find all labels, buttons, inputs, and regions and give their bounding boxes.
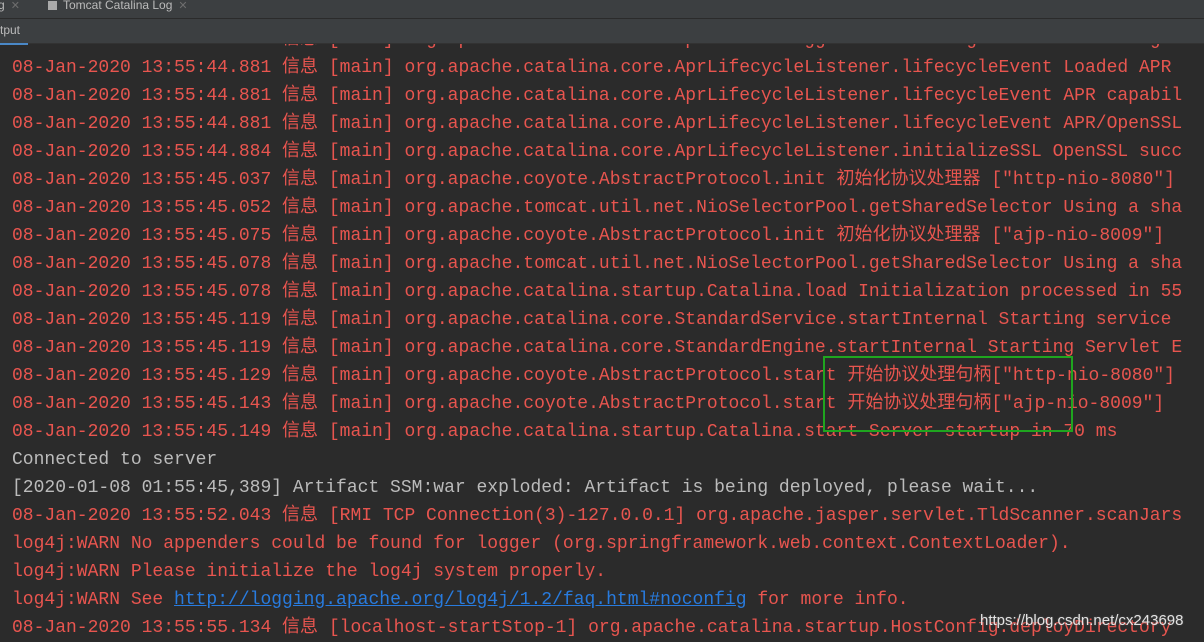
close-icon[interactable]: ✕	[178, 0, 187, 12]
tab-output-label: tput	[0, 23, 21, 37]
log-line: log4j:WARN No appenders could be found f…	[12, 530, 1182, 558]
log-text: 08-Jan-2020 13:55:45.129 信息 [main] org.a…	[12, 366, 1175, 386]
log-line: log4j:WARN Please initialize the log4j s…	[12, 558, 1182, 586]
log-line: 08-Jan-2020 13:55:44.884 信息 [main] org.a…	[12, 138, 1182, 166]
log-text: 08-Jan-2020 13:55:45.075 信息 [main] org.a…	[12, 226, 1165, 246]
watermark: https://blog.csdn.net/cx243698	[980, 612, 1184, 629]
log-text: log4j:WARN Please initialize the log4j s…	[12, 562, 607, 582]
log-text: 08-Jan-2020 13:55:45.078 信息 [main] org.a…	[12, 254, 1183, 274]
log-line: 08-Jan-2020 13:55:44.881 信息 [main] org.a…	[12, 82, 1182, 110]
log-text: 08-Jan-2020 13:55:44.881 信息 [main] org.a…	[12, 114, 1183, 134]
log-text: 08-Jan-2020 13:55:45.052 信息 [main] org.a…	[12, 198, 1183, 218]
log-line: 08-Jan-2020 13:55:45.149 信息 [main] org.a…	[12, 418, 1182, 446]
log-line: 08-Jan-2020 13:55:45.078 信息 [main] org.a…	[12, 250, 1182, 278]
log-text: 08-Jan-2020 13:55:45.078 信息 [main] org.a…	[12, 282, 1183, 302]
log-text: log4j:WARN No appenders could be found f…	[12, 534, 1071, 554]
log-line: [2020-01-08 01:55:45,389] Artifact SSM:w…	[12, 474, 1182, 502]
log-lines: 08-Jan-2020 13:55:44.880 信息 [main] org.a…	[12, 44, 1182, 642]
log-text: 08-Jan-2020 13:55:45.119 信息 [main] org.a…	[12, 310, 1172, 330]
log-link[interactable]: http://logging.apache.org/log4j/1.2/faq.…	[174, 590, 747, 610]
console-output[interactable]: 08-Jan-2020 13:55:44.880 信息 [main] org.a…	[0, 44, 1204, 642]
log-file-icon	[48, 0, 57, 10]
log-text: 08-Jan-2020 13:55:44.880 信息 [main] org.a…	[12, 44, 1182, 50]
console-toolbar: tput	[0, 19, 1204, 45]
log-line: 08-Jan-2020 13:55:44.881 信息 [main] org.a…	[12, 110, 1182, 138]
log-line: 08-Jan-2020 13:55:52.043 信息 [RMI TCP Con…	[12, 502, 1182, 530]
log-text: log4j:WARN See	[12, 590, 175, 610]
log-line: 08-Jan-2020 13:55:45.129 信息 [main] org.a…	[12, 362, 1182, 390]
log-text: 08-Jan-2020 13:55:44.881 信息 [main] org.a…	[12, 86, 1183, 106]
log-line: 08-Jan-2020 13:55:44.881 信息 [main] org.a…	[12, 54, 1182, 82]
log-line: Connected to server	[12, 446, 1182, 474]
log-line: 08-Jan-2020 13:55:45.075 信息 [main] org.a…	[12, 222, 1182, 250]
log-line: 08-Jan-2020 13:55:45.078 信息 [main] org.a…	[12, 278, 1182, 306]
editor-tab-bar: g ✕ Tomcat Catalina Log ✕	[0, 0, 1204, 19]
log-text: 08-Jan-2020 13:55:52.043 信息 [RMI TCP Con…	[12, 506, 1183, 526]
tab-label: g	[0, 0, 5, 12]
tab-log[interactable]: g ✕	[0, 0, 20, 16]
log-line: 08-Jan-2020 13:55:45.119 信息 [main] org.a…	[12, 334, 1182, 362]
log-line: 08-Jan-2020 13:55:45.143 信息 [main] org.a…	[12, 390, 1182, 418]
log-text: [2020-01-08 01:55:45,389] Artifact SSM:w…	[12, 478, 1039, 498]
log-text: 08-Jan-2020 13:55:45.037 信息 [main] org.a…	[12, 170, 1175, 190]
tab-label: Tomcat Catalina Log	[63, 0, 173, 12]
log-line: 08-Jan-2020 13:55:44.880 信息 [main] org.a…	[12, 44, 1182, 54]
log-text: Connected to server	[12, 450, 218, 470]
log-text: 08-Jan-2020 13:55:44.881 信息 [main] org.a…	[12, 58, 1172, 78]
log-text: 08-Jan-2020 13:55:44.884 信息 [main] org.a…	[12, 142, 1183, 162]
tab-tomcat-catalina-log[interactable]: Tomcat Catalina Log ✕	[48, 0, 188, 16]
log-line: log4j:WARN See http://logging.apache.org…	[12, 586, 1182, 614]
tab-output[interactable]: tput	[0, 19, 28, 45]
log-text: 08-Jan-2020 13:55:45.149 信息 [main] org.a…	[12, 422, 1118, 442]
log-text: for more info.	[746, 590, 909, 610]
log-line: 08-Jan-2020 13:55:45.052 信息 [main] org.a…	[12, 194, 1182, 222]
log-text: 08-Jan-2020 13:55:45.143 信息 [main] org.a…	[12, 394, 1165, 414]
close-icon[interactable]: ✕	[11, 0, 20, 12]
log-text: 08-Jan-2020 13:55:45.119 信息 [main] org.a…	[12, 338, 1183, 358]
log-line: 08-Jan-2020 13:55:45.037 信息 [main] org.a…	[12, 166, 1182, 194]
log-line: 08-Jan-2020 13:55:45.119 信息 [main] org.a…	[12, 306, 1182, 334]
